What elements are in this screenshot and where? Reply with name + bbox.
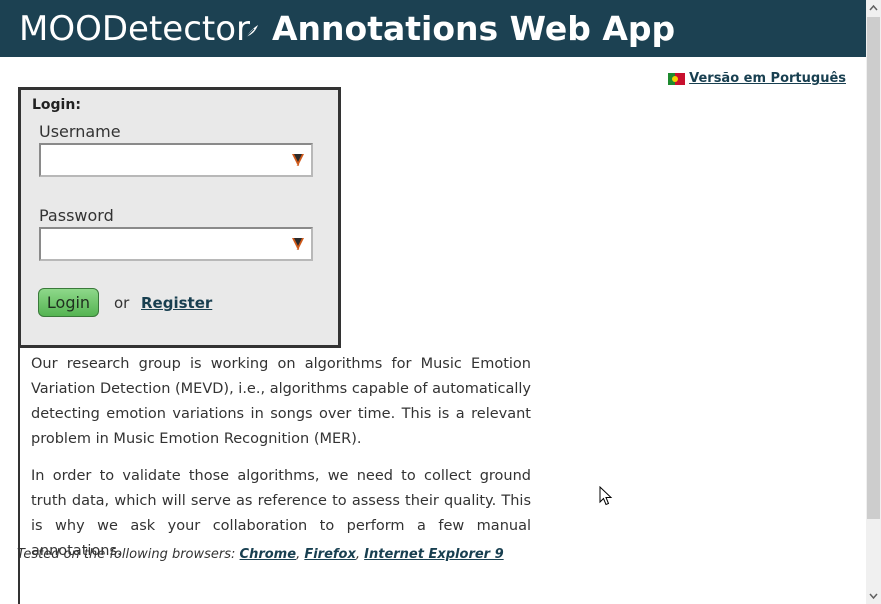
language-link[interactable]: Versão em Português: [668, 71, 846, 86]
username-label: Username: [39, 122, 121, 141]
browser-support-note: Tested on the following browsers: Chrome…: [17, 547, 504, 562]
intro-paragraph: Our research group is working on algorit…: [31, 356, 531, 447]
browser-note-prefix: Tested on the following browsers:: [17, 547, 240, 562]
login-heading: Login:: [32, 97, 81, 113]
language-link-label: Versão em Português: [689, 71, 846, 86]
scroll-down-arrow-icon[interactable]: [866, 587, 881, 604]
svg-text:5: 5: [296, 162, 299, 167]
feather-icon: [245, 25, 258, 38]
password-manager-icon: 5: [292, 154, 304, 167]
or-text: or: [114, 294, 130, 312]
svg-text:5: 5: [296, 246, 299, 251]
portugal-flag-icon: [668, 72, 686, 85]
content-left-border: [18, 345, 20, 604]
mouse-cursor-icon: [599, 486, 613, 506]
login-button[interactable]: Login: [38, 288, 99, 317]
browser-link-chrome[interactable]: Chrome: [240, 547, 297, 562]
scrollbar-thumb[interactable]: [867, 17, 880, 519]
register-link[interactable]: Register: [141, 294, 212, 312]
scroll-up-arrow-icon[interactable]: [866, 0, 881, 17]
username-input[interactable]: [41, 145, 289, 175]
password-label: Password: [39, 206, 114, 225]
page-header: MOODetector Annotations Web App: [0, 0, 866, 57]
browser-separator: ,: [355, 547, 365, 562]
password-field-wrapper: 5: [39, 227, 313, 261]
browser-link-firefox[interactable]: Firefox: [304, 547, 356, 562]
password-manager-icon: 5: [292, 238, 304, 251]
username-field-wrapper: 5: [39, 143, 313, 177]
brand-title: MOODetector: [19, 9, 251, 49]
password-input[interactable]: [41, 229, 289, 259]
vertical-scrollbar[interactable]: [866, 0, 881, 604]
browser-link-ie9[interactable]: Internet Explorer 9: [364, 547, 504, 562]
app-title: Annotations Web App: [272, 9, 676, 48]
intro-text: Our research group is working on algorit…: [31, 352, 531, 576]
login-panel: Login: Username 5 Password 5 Login or Re…: [18, 87, 341, 348]
